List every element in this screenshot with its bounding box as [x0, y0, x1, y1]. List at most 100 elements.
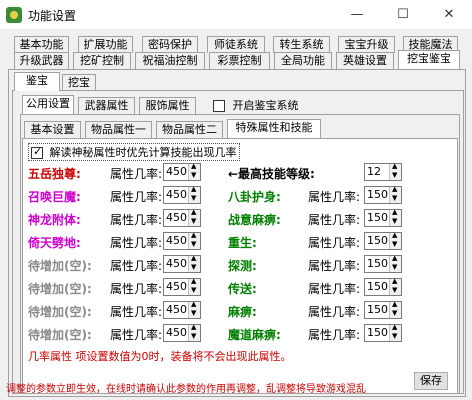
rate-spinner[interactable]: 150 — [364, 254, 402, 273]
rate-value: 150 — [367, 280, 388, 293]
tab-treasure[interactable]: 挖宝鉴宝 — [398, 50, 460, 69]
spin-arrows-icon[interactable] — [389, 208, 401, 226]
spin-arrows-icon[interactable] — [188, 323, 200, 341]
skill-label: 八卦护身: — [228, 190, 281, 204]
skill-label: 探测: — [228, 259, 257, 273]
skill-label: 魔道麻痹: — [228, 328, 281, 342]
spin-arrows-icon[interactable] — [389, 300, 401, 318]
skill-label: 战意麻痹: — [228, 213, 281, 227]
tab-global[interactable]: 全局功能 — [274, 52, 332, 69]
tab-dig-treasure[interactable]: 挖宝 — [62, 74, 96, 91]
skill-label: 召唤巨魔: — [28, 190, 81, 204]
spin-arrows-icon[interactable] — [188, 300, 200, 318]
rate-spinner[interactable]: 150 — [364, 231, 402, 250]
rate-spinner[interactable]: 450 — [163, 162, 201, 181]
rate-spinner[interactable]: 450 — [163, 277, 201, 296]
rate-spinner[interactable]: 450 — [163, 323, 201, 342]
tab-mining[interactable]: 挖矿控制 — [73, 52, 131, 69]
enable-appraise-checkbox[interactable]: 开启鉴宝系统 — [213, 97, 299, 113]
tab-item-attr-1[interactable]: 物品属性一 — [85, 121, 152, 138]
skill-label: 倚天劈地: — [28, 236, 81, 250]
rate-spinner[interactable]: 150 — [364, 208, 402, 227]
skill-label: 重生: — [228, 236, 257, 250]
rate-label: 属性几率: — [110, 305, 163, 319]
max-skill-value: 12 — [367, 165, 381, 178]
rate-label: 属性几率: — [308, 213, 361, 227]
tab-special-skills[interactable]: 特殊属性和技能 — [227, 119, 321, 138]
zero-rate-note: 几率属性 项设置数值为0时，装备将不会出现此属性。 — [28, 350, 292, 363]
tab-bless-oil[interactable]: 祝福油控制 — [135, 52, 205, 69]
skill-label: 待增加(空): — [28, 305, 92, 319]
rate-value: 450 — [166, 188, 187, 201]
rate-value: 150 — [367, 188, 388, 201]
skill-label: 神龙附体: — [28, 213, 81, 227]
rate-label: 属性几率: — [110, 190, 163, 204]
rate-spinner[interactable]: 450 — [163, 254, 201, 273]
skill-label: 待增加(空): — [28, 282, 92, 296]
rate-spinner[interactable]: 450 — [163, 231, 201, 250]
rate-value: 150 — [367, 257, 388, 270]
spin-arrows-icon[interactable] — [389, 231, 401, 249]
rate-spinner[interactable]: 450 — [163, 208, 201, 227]
tab-mentor[interactable]: 师徒系统 — [207, 36, 265, 53]
app-icon — [6, 7, 22, 23]
maximize-button[interactable]: ☐ — [380, 0, 426, 30]
rate-value: 450 — [166, 165, 187, 178]
title-bar: 功能设置 — ☐ ✕ — [0, 0, 472, 30]
tab-pet-upgrade[interactable]: 宝宝升级 — [338, 36, 395, 53]
rate-spinner[interactable]: 150 — [364, 323, 402, 342]
footer-warning: 调整的参数立即生效，在线时请确认此参数的作用再调整，乱调整将导致游戏混乱 — [6, 384, 366, 395]
rate-value: 450 — [166, 211, 187, 224]
tab-appraise[interactable]: 鉴宝 — [14, 72, 60, 91]
skill-label: 待增加(空): — [28, 328, 92, 342]
skill-label: 待增加(空): — [28, 259, 92, 273]
enable-checkbox-box[interactable] — [213, 100, 225, 112]
tab-extended[interactable]: 扩展功能 — [78, 36, 133, 53]
rate-spinner[interactable]: 150 — [364, 185, 402, 204]
tab-common-settings[interactable]: 公用设置 — [22, 95, 74, 114]
rate-label: 属性几率: — [308, 328, 361, 342]
spin-arrows-icon[interactable] — [188, 208, 200, 226]
rate-value: 450 — [166, 303, 187, 316]
spin-arrows-icon[interactable] — [188, 277, 200, 295]
priority-checkbox-box[interactable] — [31, 145, 43, 159]
rate-spinner[interactable]: 450 — [163, 300, 201, 319]
rate-value: 450 — [166, 257, 187, 270]
spin-arrows-icon[interactable] — [389, 323, 401, 341]
rate-spinner[interactable]: 450 — [163, 185, 201, 204]
spin-arrows-icon[interactable] — [389, 185, 401, 203]
spin-arrows-icon[interactable] — [188, 254, 200, 272]
enable-checkbox-label: 开启鉴宝系统 — [232, 99, 299, 112]
tab-upgrade-weapon[interactable]: 升级武器 — [14, 52, 69, 69]
rate-value: 150 — [367, 326, 388, 339]
rate-label: 属性几率: — [110, 213, 163, 227]
tab-rebirth[interactable]: 转生系统 — [273, 36, 330, 53]
tab-item-attr-2[interactable]: 物品属性二 — [156, 121, 223, 138]
tab-clothing-attr[interactable]: 服饰属性 — [139, 97, 196, 114]
rate-spinner[interactable]: 150 — [364, 300, 402, 319]
tab-hero[interactable]: 英雄设置 — [336, 52, 394, 69]
tab-basic[interactable]: 基本功能 — [14, 36, 69, 53]
spin-arrows-icon[interactable] — [389, 162, 401, 180]
rate-spinner[interactable]: 150 — [364, 277, 402, 296]
close-button[interactable]: ✕ — [426, 0, 472, 30]
rate-value: 150 — [367, 303, 388, 316]
tab-basic-settings[interactable]: 基本设置 — [24, 121, 81, 138]
tab-lottery[interactable]: 彩票控制 — [209, 52, 270, 69]
spin-arrows-icon[interactable] — [188, 162, 200, 180]
spin-arrows-icon[interactable] — [389, 254, 401, 272]
rate-label: 属性几率: — [110, 328, 163, 342]
minimize-button[interactable]: — — [334, 0, 380, 30]
max-skill-label: ←最高技能等级: — [228, 167, 315, 181]
max-skill-spinner[interactable]: 12 — [364, 162, 402, 181]
window-title: 功能设置 — [28, 9, 77, 23]
spin-arrows-icon[interactable] — [389, 277, 401, 295]
tab-password[interactable]: 密码保护 — [142, 36, 198, 53]
spin-arrows-icon[interactable] — [188, 185, 200, 203]
rate-value: 150 — [367, 211, 388, 224]
save-button[interactable]: 保存 — [414, 372, 448, 390]
tab-weapon-attr[interactable]: 武器属性 — [78, 97, 135, 114]
spin-arrows-icon[interactable] — [188, 231, 200, 249]
rate-label: 属性几率: — [110, 236, 163, 250]
priority-checkbox[interactable]: 解读神秘属性时优先计算技能出现几率 — [28, 143, 240, 161]
